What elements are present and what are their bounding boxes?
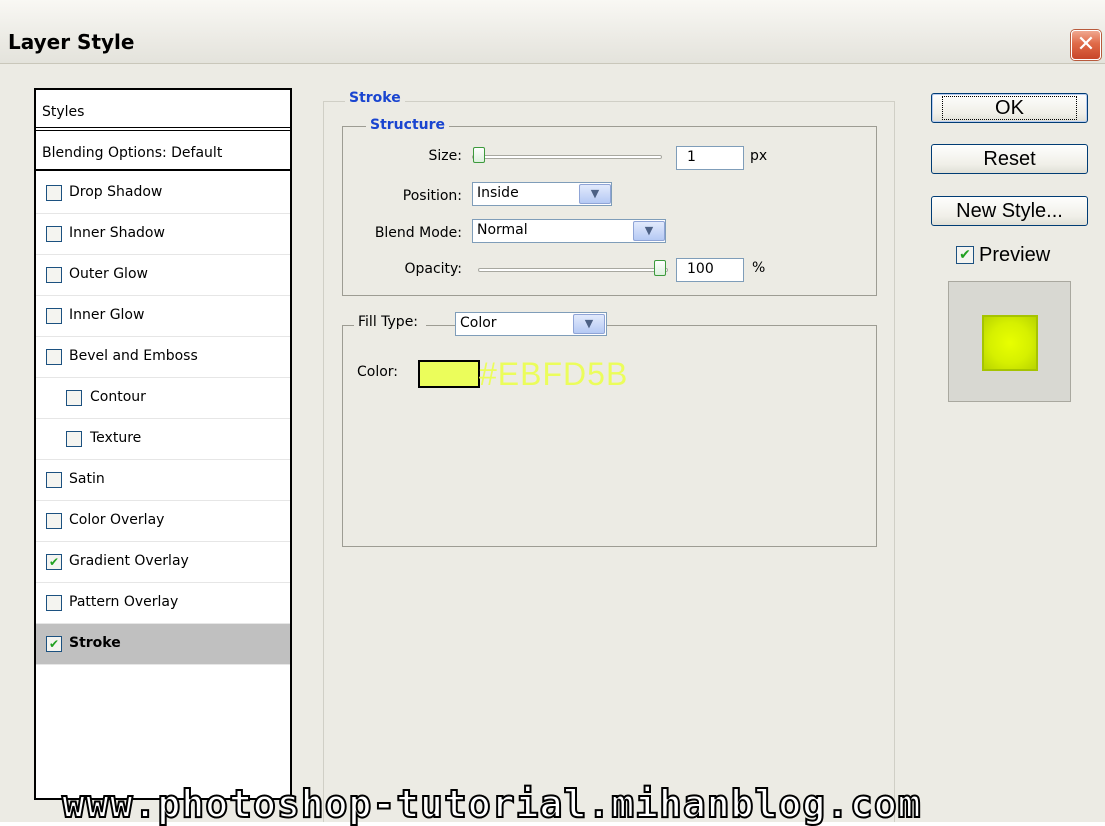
checkbox[interactable] [46,349,62,365]
style-item-texture[interactable]: Texture [36,419,290,460]
blending-options-item[interactable]: Blending Options: Default [36,135,290,171]
style-item-satin[interactable]: Satin [36,460,290,501]
title-bar: Layer Style ✕ [0,0,1105,64]
preview-swatch [982,315,1038,371]
opacity-label: Opacity: [404,261,462,277]
style-item-bevel-emboss[interactable]: Bevel and Emboss [36,337,290,378]
style-item-label: Bevel and Emboss [69,348,198,364]
ok-button[interactable]: OK [931,93,1088,123]
position-label: Position: [402,188,462,204]
style-item-label: Inner Glow [69,307,145,323]
chevron-down-icon[interactable]: ▼ [579,184,611,204]
style-item-color-overlay[interactable]: Color Overlay [36,501,290,542]
style-item-label: Outer Glow [69,266,148,282]
style-item-drop-shadow[interactable]: Drop Shadow [36,173,290,214]
checkbox[interactable] [46,267,62,283]
checkbox[interactable] [46,226,62,242]
fill-type-label: Fill Type: [354,314,427,338]
style-item-pattern-overlay[interactable]: Pattern Overlay [36,583,290,624]
style-item-label: Contour [90,389,146,405]
opacity-input[interactable]: 100 [676,258,744,282]
checkbox[interactable] [46,472,62,488]
ok-button-label: OK [942,96,1077,120]
blend-mode-value: Normal [477,222,528,238]
color-label: Color: [357,364,399,380]
chevron-down-icon[interactable]: ▼ [633,221,665,241]
checkbox[interactable] [46,595,62,611]
close-icon[interactable]: ✕ [1071,30,1101,60]
preview-label: Preview [979,244,1051,266]
fill-type-select[interactable]: Color ▼ [455,312,607,336]
style-item-label: Drop Shadow [69,184,163,200]
style-item-inner-shadow[interactable]: Inner Shadow [36,214,290,255]
watermark: www.photoshop-tutorial.mihanblog.com [61,781,922,826]
chevron-down-icon[interactable]: ▼ [573,314,605,334]
position-select[interactable]: Inside ▼ [472,182,612,206]
opacity-slider-track[interactable] [478,268,668,272]
color-swatch[interactable] [418,360,480,388]
style-item-stroke[interactable]: ✔ Stroke [36,624,290,665]
checkbox[interactable] [66,431,82,447]
style-item-label: Inner Shadow [69,225,165,241]
style-item-label: Satin [69,471,105,487]
blend-mode-label: Blend Mode: [374,225,462,241]
blend-mode-select[interactable]: Normal ▼ [472,219,666,243]
style-item-label: Gradient Overlay [69,553,189,569]
style-item-contour[interactable]: Contour [36,378,290,419]
reset-button[interactable]: Reset [931,144,1088,174]
styles-panel: Styles Blending Options: Default Drop Sh… [34,88,292,800]
size-unit: px [750,148,768,164]
opacity-slider-thumb[interactable] [654,260,666,276]
checkbox-checked[interactable]: ✔ [46,554,62,570]
checkbox[interactable] [46,185,62,201]
styles-header[interactable]: Styles [36,90,290,131]
checkbox[interactable] [46,513,62,529]
fill-type-value: Color [460,315,497,331]
style-item-inner-glow[interactable]: Inner Glow [36,296,290,337]
opacity-unit: % [752,260,766,276]
stroke-legend: Stroke [345,90,405,106]
style-item-label: Color Overlay [69,512,165,528]
window-title: Layer Style [8,30,135,54]
size-label: Size: [428,148,462,164]
checkbox-checked[interactable]: ✔ [46,636,62,652]
size-input[interactable]: 1 [676,146,744,170]
style-item-label: Pattern Overlay [69,594,179,610]
structure-legend: Structure [366,117,450,133]
style-item-gradient-overlay[interactable]: ✔ Gradient Overlay [36,542,290,583]
color-hex-value: #EBFD5B [479,356,629,392]
checkbox[interactable] [46,308,62,324]
checkbox[interactable] [66,390,82,406]
preview-checkbox[interactable]: ✔ [956,246,974,264]
style-item-label: Stroke [69,635,121,651]
style-item-label: Texture [90,430,142,446]
new-style-button[interactable]: New Style... [931,196,1088,226]
style-item-outer-glow[interactable]: Outer Glow [36,255,290,296]
size-slider-thumb[interactable] [473,147,485,163]
position-value: Inside [477,185,519,201]
size-slider-track[interactable] [472,155,662,159]
